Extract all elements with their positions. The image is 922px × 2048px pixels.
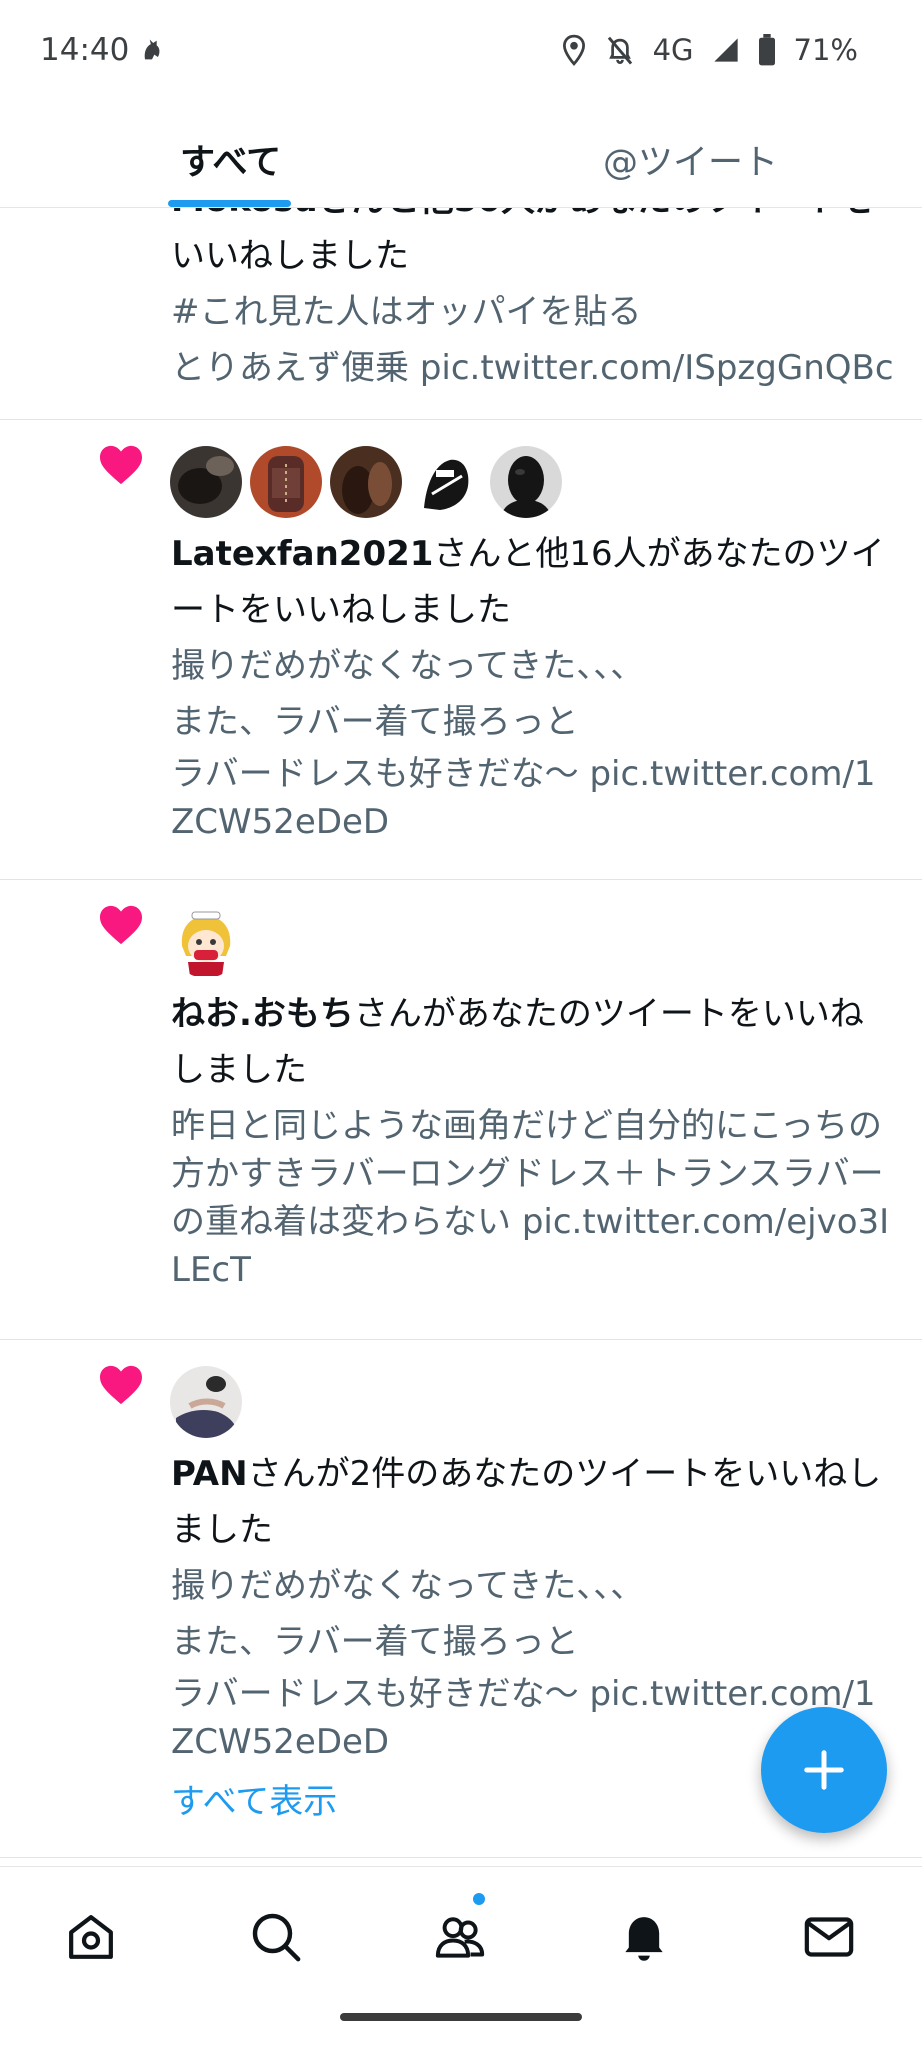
liker-name[interactable]: PAN <box>171 1454 248 1494</box>
tweet-text: とりあえず便乗 pic.twitter.com/ISpzgGnQBc <box>171 340 896 396</box>
avatar[interactable] <box>330 446 402 518</box>
status-icons: 4G 71% <box>561 30 858 70</box>
communities-icon[interactable] <box>432 1909 488 1965</box>
battery-icon <box>758 34 775 66</box>
plus-icon <box>804 1750 844 1790</box>
communities-badge <box>473 1893 485 1905</box>
home-icon[interactable] <box>63 1909 119 1965</box>
notification-item[interactable]: Latexfan2021さんと他16人があなたのツイートをいいねしました 撮りだ… <box>0 420 922 880</box>
bottom-navigation <box>0 1866 922 2048</box>
avatar[interactable] <box>170 446 242 518</box>
mail-icon[interactable] <box>801 1909 857 1965</box>
bell-icon[interactable] <box>616 1909 672 1965</box>
battery-label: 71% <box>793 33 858 67</box>
status-time: 14:40 <box>40 32 130 68</box>
heart-icon <box>100 445 142 485</box>
tab-mentions[interactable]: @ツイート <box>603 134 778 185</box>
avatar[interactable] <box>410 446 482 518</box>
tweet-text-tail: とりあえず便乗 <box>171 348 420 388</box>
notification-text: Latexfan2021さんと他16人があなたのツイートをいいねしました <box>171 526 896 638</box>
liker-avatars <box>170 1366 242 1438</box>
notification-item[interactable]: ねお.おもちさんがあなたのツイートをいいねしました 昨日と同じような画角だけど自… <box>0 880 922 1340</box>
liker-avatars <box>170 446 562 518</box>
tweet-text: 昨日と同じような画角だけど自分的にこっちの方かすきラバーロングドレス＋トランスラ… <box>171 1102 896 1294</box>
heart-icon <box>100 1365 142 1405</box>
tweet-line: 撮りだめがなくなってきた、、、 <box>171 1566 645 1606</box>
gesture-home-bar[interactable] <box>340 2013 582 2021</box>
location-icon <box>562 34 585 66</box>
tweet-line: また、ラバー着て撮ろっと <box>171 702 579 742</box>
liker-name[interactable]: ねお.おもち <box>171 994 354 1034</box>
status-bar: 14:40 4G 71% <box>0 0 922 100</box>
tweet-text-tail: ラバードレスも好きだな〜 <box>171 754 590 794</box>
avatar[interactable] <box>490 446 562 518</box>
avatar[interactable] <box>170 906 242 978</box>
tweet-line: 撮りだめがなくなってきた、、、 <box>171 646 645 686</box>
tweet-text-tail: ラバードレスも好きだな〜 <box>171 1674 590 1714</box>
tweet-line: また、ラバー着て撮ろっと <box>171 1622 579 1662</box>
avatar[interactable] <box>170 1366 242 1438</box>
notification-item[interactable]: Mokosuさんと他50人があなたのツイートを いいねしました #これ見た人はオ… <box>0 208 922 420</box>
tab-all[interactable]: すべて <box>180 134 281 185</box>
notification-text: いいねしました <box>171 236 409 276</box>
liker-name[interactable]: Latexfan2021 <box>171 534 433 574</box>
notification-text: ねお.おもちさんがあなたのツイートをいいねしました <box>171 986 896 1098</box>
liker-avatars <box>170 906 242 978</box>
bell-off-icon <box>607 36 632 65</box>
tweet-link[interactable]: pic.twitter.com/ISpzgGnQBc <box>420 348 894 388</box>
notifications-list: Mokosuさんと他50人があなたのツイートを いいねしました #これ見た人はオ… <box>0 208 922 1858</box>
compose-button[interactable] <box>761 1707 887 1833</box>
tweet-line: #これ見た人はオッパイを貼る <box>171 292 642 332</box>
notification-text: PANさんが2件のあなたのツイートをいいねしました <box>171 1446 896 1558</box>
network-label: 4G <box>652 33 694 67</box>
tweet-text: ラバードレスも好きだな〜 pic.twitter.com/1ZCW52eDeD <box>171 750 896 846</box>
signal-icon <box>713 38 738 62</box>
notification-tabs: すべて @ツイート <box>0 100 922 208</box>
cat-icon <box>144 39 160 60</box>
active-tab-indicator <box>168 200 291 207</box>
heart-icon <box>100 905 142 945</box>
notification-message: さんが2件のあなたのツイートをいいねしました <box>171 1454 882 1550</box>
notification-text-truncated: Mokosuさんと他50人があなたのツイートを <box>171 208 896 228</box>
avatar[interactable] <box>250 446 322 518</box>
search-icon[interactable] <box>248 1909 304 1965</box>
